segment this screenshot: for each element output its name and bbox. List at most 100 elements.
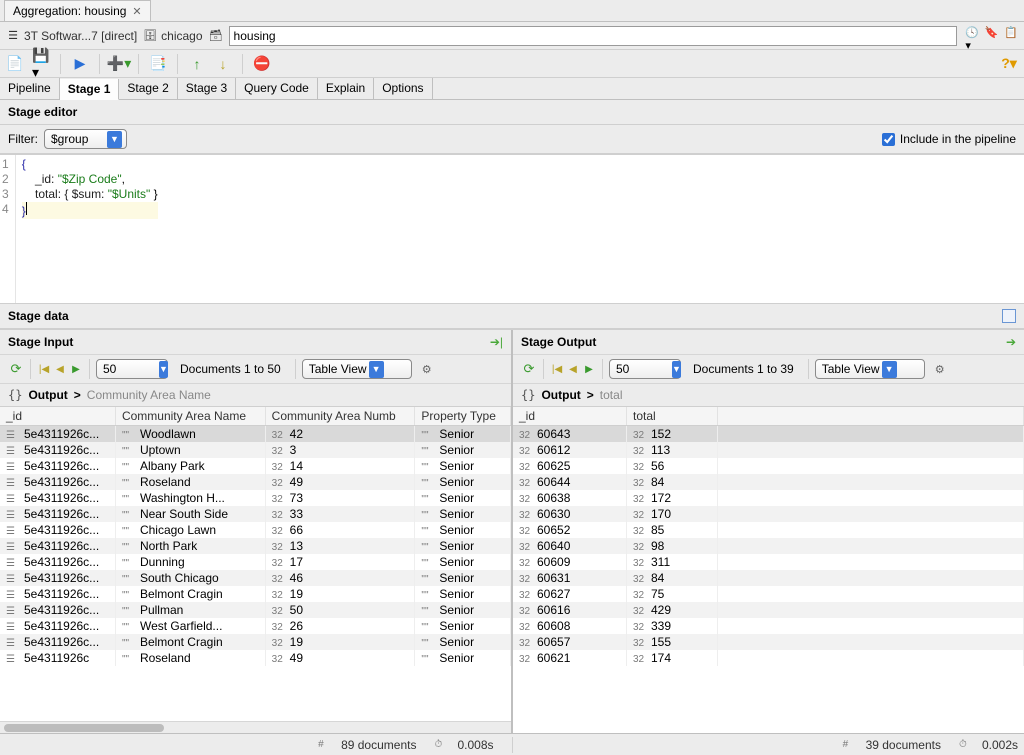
output-time: ⏱0.002s [959, 738, 1018, 752]
first-page-icon[interactable]: |◀ [550, 362, 564, 376]
next-page-icon[interactable]: ▶ [69, 362, 83, 376]
page-size-combo[interactable]: 50 ▼ [96, 359, 168, 379]
json-icon: {} [521, 388, 535, 402]
table-row[interactable]: 326061632429 [513, 602, 1024, 618]
chevron-down-icon: ▼ [369, 361, 384, 378]
pane-output-arrow-icon[interactable]: ➔ [1006, 335, 1016, 349]
table-row[interactable]: 326061232113 [513, 442, 1024, 458]
refresh-icon[interactable]: ⟳ [521, 361, 537, 377]
next-page-icon[interactable]: ▶ [582, 362, 596, 376]
delete-stage-icon[interactable]: ⛔ [253, 55, 271, 73]
tab-stage-3[interactable]: Stage 3 [178, 78, 236, 99]
table-row[interactable]: 32606523285 [513, 522, 1024, 538]
table-row[interactable]: ☰5e4311926c...""Woodlawn3242""Senior [0, 426, 511, 443]
table-row[interactable]: 326063832172 [513, 490, 1024, 506]
tab-pipeline[interactable]: Pipeline [0, 78, 60, 99]
table-row[interactable]: 32606253256 [513, 458, 1024, 474]
table-row[interactable]: 326062132174 [513, 650, 1024, 666]
output-doc-count: #39 documents [843, 738, 941, 752]
gear-icon[interactable]: ⚙ [420, 362, 434, 376]
stage-editor-title: Stage editor [0, 100, 1024, 125]
chevron-down-icon: ▼ [107, 131, 122, 148]
table-row[interactable]: 326060832339 [513, 618, 1024, 634]
tab-query-code[interactable]: Query Code [236, 78, 318, 99]
table-row[interactable]: ☰5e4311926c...""West Garfield...3226""Se… [0, 618, 511, 634]
refresh-icon[interactable]: ⟳ [8, 361, 24, 377]
view-mode-combo[interactable]: Table View ▼ [815, 359, 925, 379]
input-output-breadcrumb: {} Output > Community Area Name [0, 384, 511, 407]
col-property-type[interactable]: Property Type [415, 407, 511, 426]
json-icon: {} [8, 388, 22, 402]
table-row[interactable]: ☰5e4311926c...""Belmont Cragin3219""Seni… [0, 634, 511, 650]
server-crumb[interactable]: ☰ 3T Softwar...7 [direct] [6, 29, 137, 43]
pane-output-arrow-icon[interactable]: ➔| [490, 335, 503, 349]
col-total[interactable]: total [627, 407, 718, 426]
move-down-icon[interactable]: ↓ [214, 55, 232, 73]
table-row[interactable]: 32606403298 [513, 538, 1024, 554]
stage-output-pane: Stage Output ➔ ⟳ |◀ ◀ ▶ 50 ▼ Documents 1… [511, 330, 1024, 733]
output-pane-toolbar: ⟳ |◀ ◀ ▶ 50 ▼ Documents 1 to 39 Table Vi… [513, 354, 1024, 384]
col-community-area-name[interactable]: Community Area Name [115, 407, 265, 426]
tab-stage-2[interactable]: Stage 2 [119, 78, 177, 99]
editor-code[interactable]: { _id: "$Zip Code", total: { $sum: "$Uni… [16, 155, 164, 303]
horizontal-scrollbar[interactable] [0, 721, 511, 733]
collection-search-input[interactable] [229, 26, 958, 46]
page-size-combo[interactable]: 50 ▼ [609, 359, 681, 379]
table-row[interactable]: 32606443284 [513, 474, 1024, 490]
col-id[interactable]: _id [513, 407, 627, 426]
tab-explain[interactable]: Explain [318, 78, 374, 99]
table-row[interactable]: ☰5e4311926c""Roseland3249""Senior [0, 650, 511, 666]
gear-icon[interactable]: ⚙ [933, 362, 947, 376]
table-row[interactable]: 326065732155 [513, 634, 1024, 650]
copy-icon[interactable]: 📑 [149, 55, 167, 73]
table-row[interactable]: ☰5e4311926c...""Near South Side3233""Sen… [0, 506, 511, 522]
database-icon: 🗄 [143, 29, 157, 43]
prev-page-icon[interactable]: ◀ [566, 362, 580, 376]
server-icon: ☰ [6, 29, 20, 43]
tab-options[interactable]: Options [374, 78, 432, 99]
bookmark-icon[interactable]: 🔖 [985, 26, 999, 40]
collapse-panel-icon[interactable] [1002, 309, 1016, 323]
view-mode-combo[interactable]: Table View ▼ [302, 359, 412, 379]
output-table-wrap[interactable]: _id total 326064332152326061232113326062… [513, 407, 1024, 733]
table-row[interactable]: ☰5e4311926c...""Uptown323""Senior [0, 442, 511, 458]
first-page-icon[interactable]: |◀ [37, 362, 51, 376]
move-up-icon[interactable]: ↑ [188, 55, 206, 73]
input-table-wrap[interactable]: _id Community Area Name Community Area N… [0, 407, 511, 721]
table-row[interactable]: ☰5e4311926c...""Roseland3249""Senior [0, 474, 511, 490]
document-tab[interactable]: Aggregation: housing ✕ [4, 0, 151, 21]
clipboard-icon[interactable]: 📋 [1004, 26, 1018, 40]
output-output-breadcrumb: {} Output > total [513, 384, 1024, 407]
table-row[interactable]: 326060932311 [513, 554, 1024, 570]
include-in-pipeline-toggle[interactable]: Include in the pipeline [882, 132, 1016, 146]
filter-operator-combo[interactable]: $group ▼ [44, 129, 127, 149]
tab-stage-1[interactable]: Stage 1 [60, 79, 120, 100]
prev-page-icon[interactable]: ◀ [53, 362, 67, 376]
close-tab-icon[interactable]: ✕ [132, 5, 141, 18]
table-row[interactable]: ☰5e4311926c...""Pullman3250""Senior [0, 602, 511, 618]
run-icon[interactable]: ▶ [71, 55, 89, 73]
new-file-icon[interactable]: 📄 [6, 55, 24, 73]
table-row[interactable]: ☰5e4311926c...""North Park3213""Senior [0, 538, 511, 554]
save-icon[interactable]: 💾▾ [32, 55, 50, 73]
add-stage-icon[interactable]: ➕▾ [110, 55, 128, 73]
table-row[interactable]: 32606273275 [513, 586, 1024, 602]
help-icon[interactable]: ?▾ [1000, 55, 1018, 73]
table-row[interactable]: ☰5e4311926c...""Dunning3217""Senior [0, 554, 511, 570]
code-editor[interactable]: 1 2 3 4 { _id: "$Zip Code", total: { $su… [0, 154, 1024, 304]
table-row[interactable]: ☰5e4311926c...""Washington H...3273""Sen… [0, 490, 511, 506]
col-id[interactable]: _id [0, 407, 115, 426]
input-table: _id Community Area Name Community Area N… [0, 407, 511, 666]
table-row[interactable]: ☰5e4311926c...""Chicago Lawn3266""Senior [0, 522, 511, 538]
table-row[interactable]: ☰5e4311926c...""Albany Park3214""Senior [0, 458, 511, 474]
col-community-area-number[interactable]: Community Area Numb [265, 407, 415, 426]
table-row[interactable]: ☰5e4311926c...""Belmont Cragin3219""Seni… [0, 586, 511, 602]
history-icon[interactable]: 🕓▾ [965, 32, 979, 46]
collection-crumb[interactable]: 🗃 [209, 29, 223, 43]
table-row[interactable]: 326064332152 [513, 426, 1024, 443]
include-in-pipeline-checkbox[interactable] [882, 133, 895, 146]
table-row[interactable]: ☰5e4311926c...""South Chicago3246""Senio… [0, 570, 511, 586]
table-row[interactable]: 32606313284 [513, 570, 1024, 586]
table-row[interactable]: 326063032170 [513, 506, 1024, 522]
db-crumb[interactable]: 🗄 chicago [143, 29, 202, 43]
